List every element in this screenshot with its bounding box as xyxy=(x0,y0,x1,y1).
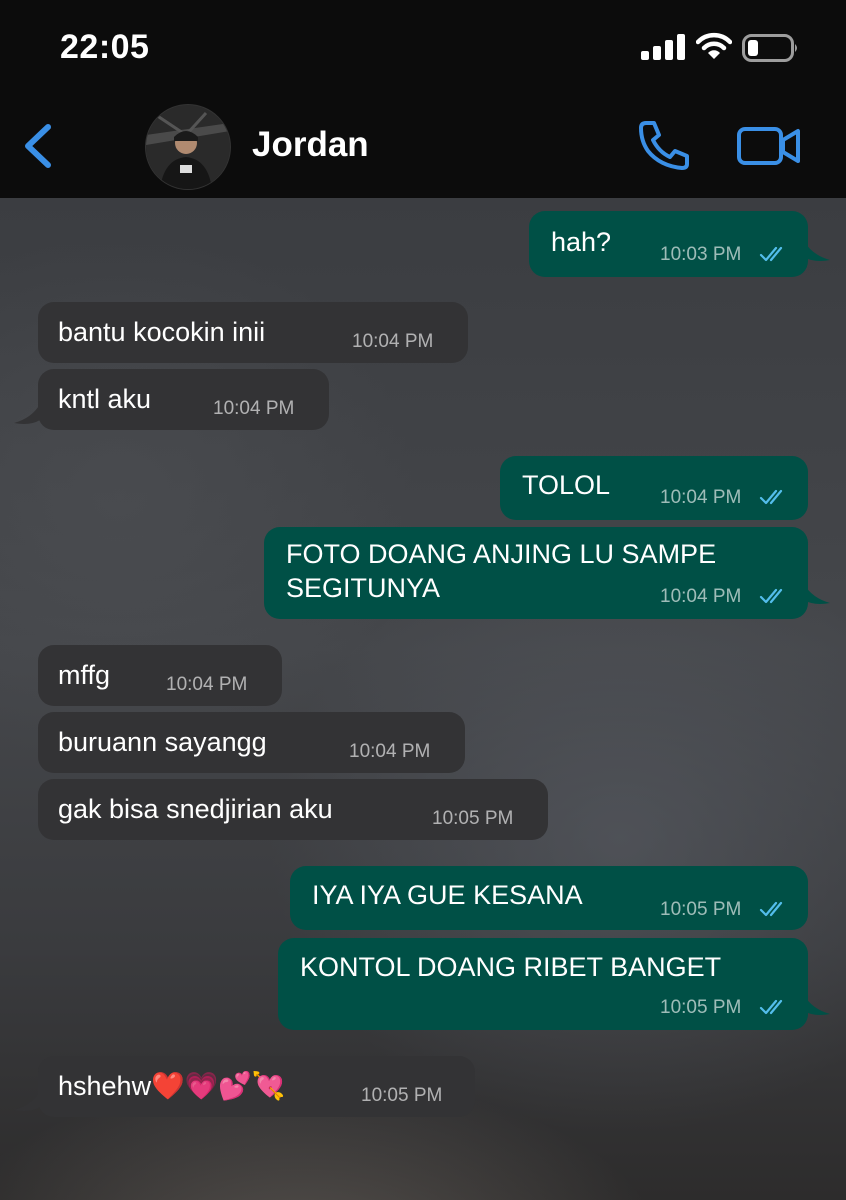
message-time: 10:04 PM xyxy=(213,398,295,419)
message-text-line: FOTO DOANG ANJING LU SAMPE xyxy=(286,539,717,569)
message-text: gak bisa snedjirian aku xyxy=(58,794,333,824)
message-bubble-incoming[interactable]: hshehw❤️💗💕💘 10:05 PM xyxy=(38,1056,475,1117)
message-text: KONTOL DOANG RIBET BANGET xyxy=(300,952,722,982)
message-text: IYA IYA GUE KESANA xyxy=(312,880,583,910)
chat-area[interactable]: hah? 10:03 PM bantu kocokin inii 10:04 P… xyxy=(0,198,846,1200)
emoji-hearts: ❤️💗💕💘 xyxy=(151,1071,286,1102)
message-bubble-incoming[interactable]: buruann sayangg 10:04 PM xyxy=(38,712,465,773)
message-time: 10:04 PM xyxy=(352,331,434,352)
message-text: hah? xyxy=(551,227,612,257)
signal-icon xyxy=(641,34,685,60)
message-bubble-incoming[interactable]: kntl aku 10:04 PM xyxy=(38,369,329,430)
contact-avatar[interactable] xyxy=(145,104,231,190)
message-bubble-incoming[interactable]: bantu kocokin inii 10:04 PM xyxy=(38,302,468,363)
message-bubble-outgoing[interactable]: KONTOL DOANG RIBET BANGET 10:05 PM xyxy=(278,938,808,1030)
message-time: 10:04 PM xyxy=(660,586,742,607)
message-bubble-outgoing[interactable]: IYA IYA GUE KESANA 10:05 PM xyxy=(290,866,808,930)
phone-call-icon[interactable] xyxy=(636,119,692,171)
message-time: 10:05 PM xyxy=(660,997,742,1018)
status-time: 22:05 xyxy=(60,28,150,66)
message-time: 10:04 PM xyxy=(349,741,431,762)
double-check-icon xyxy=(759,246,783,262)
message-text-body: hshehw xyxy=(58,1071,152,1101)
message-time: 10:03 PM xyxy=(660,244,742,265)
contact-name[interactable]: Jordan xyxy=(252,125,369,165)
message-time: 10:05 PM xyxy=(432,808,514,829)
status-bar: 22:05 xyxy=(0,0,846,95)
message-bubble-incoming[interactable]: gak bisa snedjirian aku 10:05 PM xyxy=(38,779,548,840)
message-text: mffg xyxy=(58,660,111,690)
message-text-line: SEGITUNYA xyxy=(286,573,441,603)
battery-icon xyxy=(742,34,797,62)
message-text: TOLOL xyxy=(522,470,611,500)
message-time: 10:05 PM xyxy=(660,899,742,920)
bubble-tail xyxy=(804,584,830,604)
double-check-icon xyxy=(759,999,783,1015)
message-text: kntl aku xyxy=(58,384,152,414)
chat-header: Jordan xyxy=(0,95,846,198)
message-bubble-outgoing[interactable]: hah? 10:03 PM xyxy=(529,211,808,277)
double-check-icon xyxy=(759,489,783,505)
double-check-icon xyxy=(759,901,783,917)
person-photo-icon xyxy=(146,105,230,189)
bubble-tail xyxy=(14,404,40,424)
message-bubble-incoming[interactable]: mffg 10:04 PM xyxy=(38,645,282,706)
message-text: hshehw❤️💗💕💘 xyxy=(58,1069,286,1104)
message-bubble-outgoing[interactable]: FOTO DOANG ANJING LU SAMPE SEGITUNYA 10:… xyxy=(264,527,808,619)
bubble-tail xyxy=(14,1091,40,1111)
double-check-icon xyxy=(759,588,783,604)
wifi-icon xyxy=(696,32,732,59)
message-time: 10:05 PM xyxy=(361,1085,443,1106)
message-time: 10:04 PM xyxy=(660,487,742,508)
video-call-icon[interactable] xyxy=(737,125,801,167)
message-text: bantu kocokin inii xyxy=(58,317,266,347)
bubble-tail xyxy=(804,241,830,261)
back-chevron-icon[interactable] xyxy=(22,123,54,169)
message-bubble-outgoing[interactable]: TOLOL 10:04 PM xyxy=(500,456,808,520)
bubble-tail xyxy=(804,995,830,1015)
message-text: buruann sayangg xyxy=(58,727,267,757)
message-time: 10:04 PM xyxy=(166,674,248,695)
